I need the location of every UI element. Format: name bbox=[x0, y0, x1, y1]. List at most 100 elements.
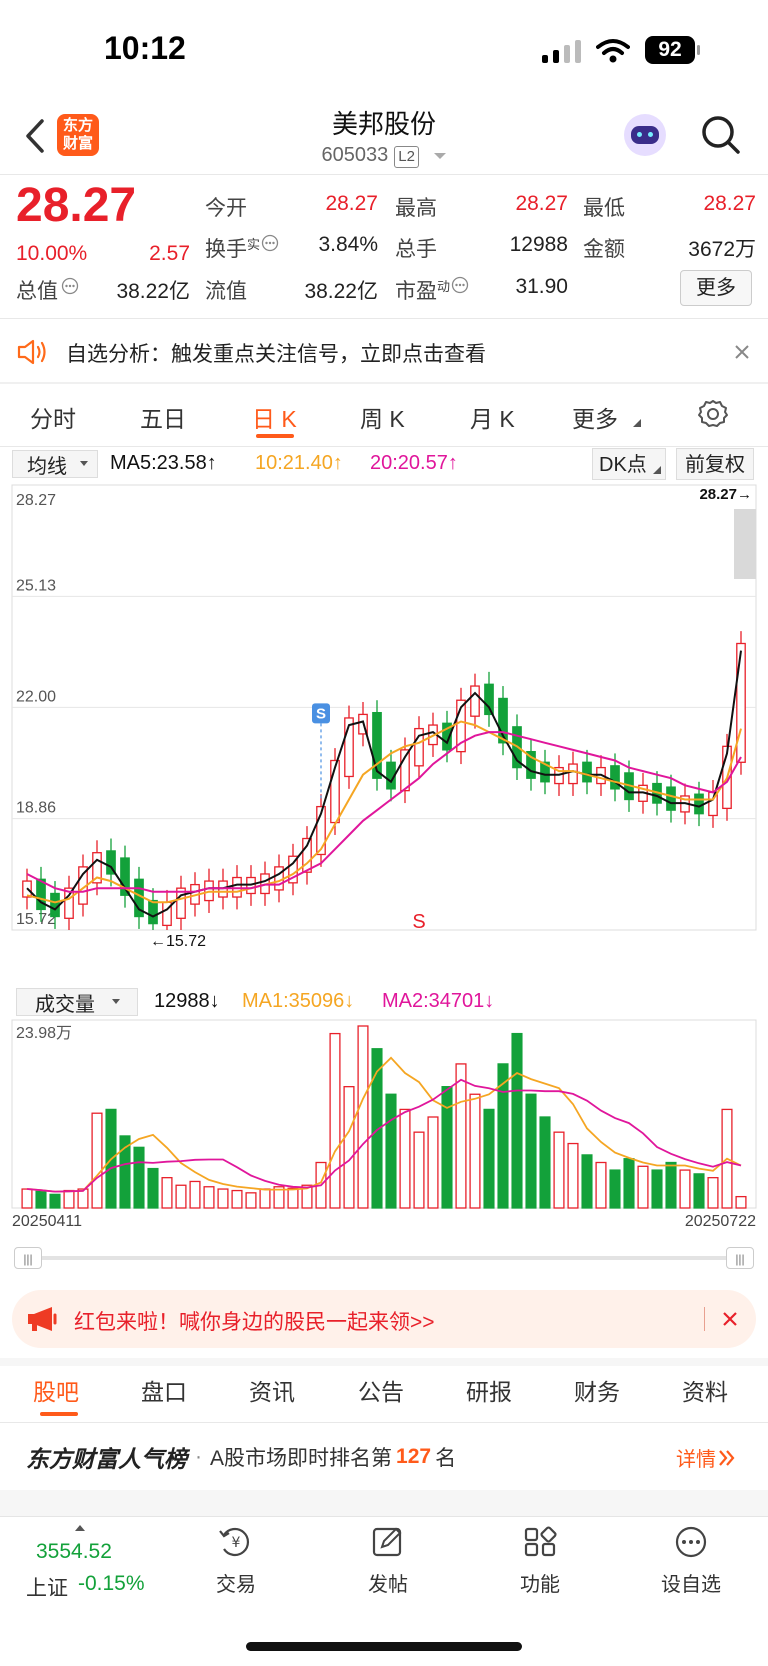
promo-text: 红包来啦！喊你身边的股民一起来领>> bbox=[74, 1311, 435, 1334]
tab-intraday[interactable]: 分时 bbox=[30, 400, 76, 434]
ma-line-ma20 bbox=[26, 731, 742, 893]
robot-avatar-icon[interactable] bbox=[624, 114, 666, 156]
tab-daily-k[interactable]: 日 K bbox=[252, 400, 297, 434]
tab-news[interactable]: 资讯 bbox=[249, 1373, 295, 1407]
scroll-handle-right[interactable]: ||| bbox=[726, 1247, 754, 1269]
level-badge: L2 bbox=[394, 146, 419, 168]
caret-down-icon bbox=[80, 461, 88, 466]
volume-ma1: MA1:35096↓ bbox=[242, 990, 355, 1012]
volume-bar bbox=[455, 1063, 467, 1209]
active-bottom-tab-underline bbox=[40, 1412, 78, 1416]
volume-label: 总手 bbox=[395, 238, 437, 261]
y-tick-label: 22.00 bbox=[16, 688, 56, 705]
candle-body bbox=[148, 899, 158, 925]
trade-icon: ¥ bbox=[219, 1527, 249, 1557]
turnover-value: 3.84% bbox=[318, 233, 378, 256]
battery-tip bbox=[697, 45, 700, 55]
volume-bar bbox=[679, 1169, 691, 1209]
low-value: 28.27 bbox=[703, 192, 756, 215]
tab-five-day[interactable]: 五日 bbox=[140, 400, 186, 434]
active-tab-underline bbox=[256, 434, 294, 438]
ma5-value: MA5:23.58↑ bbox=[110, 452, 217, 474]
mktcap-label-group[interactable]: 总值 bbox=[16, 275, 79, 305]
tab-announcements[interactable]: 公告 bbox=[358, 1373, 404, 1407]
nav-trade[interactable]: ¥ 交易 bbox=[186, 1525, 286, 1597]
volume-bar bbox=[483, 1108, 495, 1209]
nav-trade-label: 交易 bbox=[216, 1574, 256, 1596]
high-value: 28.27 bbox=[515, 192, 568, 215]
pe-label-group[interactable]: 市盈动 bbox=[395, 275, 469, 305]
nav-functions-label: 功能 bbox=[520, 1574, 560, 1596]
tab-profile[interactable]: 资料 bbox=[682, 1373, 728, 1407]
mktcap-label: 总值 bbox=[16, 280, 58, 303]
more-button[interactable]: 更多 bbox=[680, 270, 752, 306]
adjust-button[interactable]: 前复权 bbox=[676, 448, 754, 480]
volume-bar bbox=[63, 1189, 75, 1209]
candle-body bbox=[694, 793, 704, 815]
volume-bar bbox=[147, 1167, 159, 1209]
chart-scrollbar[interactable]: ||| ||| bbox=[14, 1247, 754, 1269]
index-value[interactable]: 3554.52 bbox=[36, 1540, 112, 1564]
close-icon[interactable] bbox=[722, 1311, 738, 1327]
price-range-bar bbox=[734, 509, 756, 579]
status-bar: 10:12 92 bbox=[0, 0, 768, 100]
volume-bar bbox=[49, 1193, 61, 1209]
signal-buy-label: S bbox=[316, 705, 326, 722]
info-dots-icon bbox=[61, 277, 79, 295]
volume-bar bbox=[203, 1186, 215, 1209]
scroll-handle-left[interactable]: ||| bbox=[14, 1247, 42, 1269]
tab-forum[interactable]: 股吧 bbox=[33, 1373, 79, 1407]
amount-label: 金额 bbox=[583, 238, 625, 261]
nav-functions[interactable]: 功能 bbox=[490, 1525, 590, 1597]
volume-bar bbox=[217, 1188, 229, 1209]
volume-bar bbox=[189, 1180, 201, 1209]
low-label: 最低 bbox=[583, 197, 625, 220]
search-icon[interactable] bbox=[700, 114, 742, 156]
volume-chart[interactable]: 23.98万 20250411 20250722 bbox=[0, 1018, 768, 1230]
battery-level: 92 bbox=[658, 38, 682, 61]
volume-bar bbox=[525, 1093, 537, 1209]
candle-body bbox=[470, 685, 480, 717]
volume-selector[interactable]: 成交量 bbox=[16, 988, 138, 1016]
latest-price-label: 28.27→ bbox=[699, 486, 752, 503]
tab-monthly-k[interactable]: 月 K bbox=[470, 400, 515, 434]
tab-more[interactable]: 更多 bbox=[572, 400, 618, 434]
grid-apps-icon bbox=[524, 1526, 557, 1557]
tab-financials[interactable]: 财务 bbox=[574, 1373, 620, 1407]
analysis-banner[interactable]: 自选分析：触发重点关注信号，立即点击查看 bbox=[0, 320, 768, 382]
open-value: 28.27 bbox=[325, 192, 378, 215]
kline-chart[interactable]: 28.27 25.13 22.00 18.86 15.72 28.27→ ←15.72 S S bbox=[0, 480, 768, 985]
x-end-date: 20250722 bbox=[685, 1213, 756, 1230]
settings-gear-icon[interactable] bbox=[697, 398, 729, 430]
change-percent: 10.00% bbox=[16, 242, 88, 265]
y-tick-label: 18.86 bbox=[16, 800, 56, 817]
banner-text: 自选分析：触发重点关注信号，立即点击查看 bbox=[66, 343, 486, 366]
pe-value: 31.90 bbox=[515, 275, 568, 298]
rank-number: 127 bbox=[396, 1445, 432, 1468]
indicator-selector[interactable]: 均线 bbox=[12, 450, 98, 478]
popularity-rank-row[interactable]: 东方财富人气榜 · A股市场即时排名第 127 名 bbox=[26, 1440, 456, 1474]
promo-banner[interactable]: 红包来啦！喊你身边的股民一起来领>> bbox=[12, 1290, 756, 1348]
amount-value: 3672万 bbox=[688, 238, 756, 261]
close-icon[interactable] bbox=[734, 344, 750, 360]
promo-divider bbox=[704, 1307, 705, 1331]
nav-post[interactable]: 发帖 bbox=[338, 1525, 438, 1597]
rank-details-label: 详情 bbox=[676, 1449, 716, 1471]
open-label: 今开 bbox=[205, 197, 247, 220]
ma10-value: 10:21.40↑ bbox=[255, 452, 343, 474]
info-dots-icon bbox=[451, 276, 469, 294]
candle-body bbox=[582, 761, 592, 783]
volume-bar bbox=[637, 1165, 649, 1209]
volume-bar bbox=[21, 1188, 33, 1209]
tab-weekly-k[interactable]: 周 K bbox=[360, 400, 405, 434]
triangle-up-icon bbox=[75, 1525, 85, 1531]
indicator-selector-label: 均线 bbox=[27, 455, 67, 478]
dk-button[interactable]: DK点 bbox=[592, 448, 666, 480]
rank-details-link[interactable]: 详情 bbox=[676, 1443, 736, 1472]
turnover-label-group[interactable]: 换手实 bbox=[205, 233, 279, 263]
y-tick-label: 25.13 bbox=[16, 577, 56, 594]
nav-add-watchlist[interactable]: 设自选 bbox=[641, 1525, 741, 1597]
tab-order-book[interactable]: 盘口 bbox=[141, 1373, 187, 1407]
tab-research[interactable]: 研报 bbox=[466, 1373, 512, 1407]
y-tick-label: 28.27 bbox=[16, 492, 56, 509]
